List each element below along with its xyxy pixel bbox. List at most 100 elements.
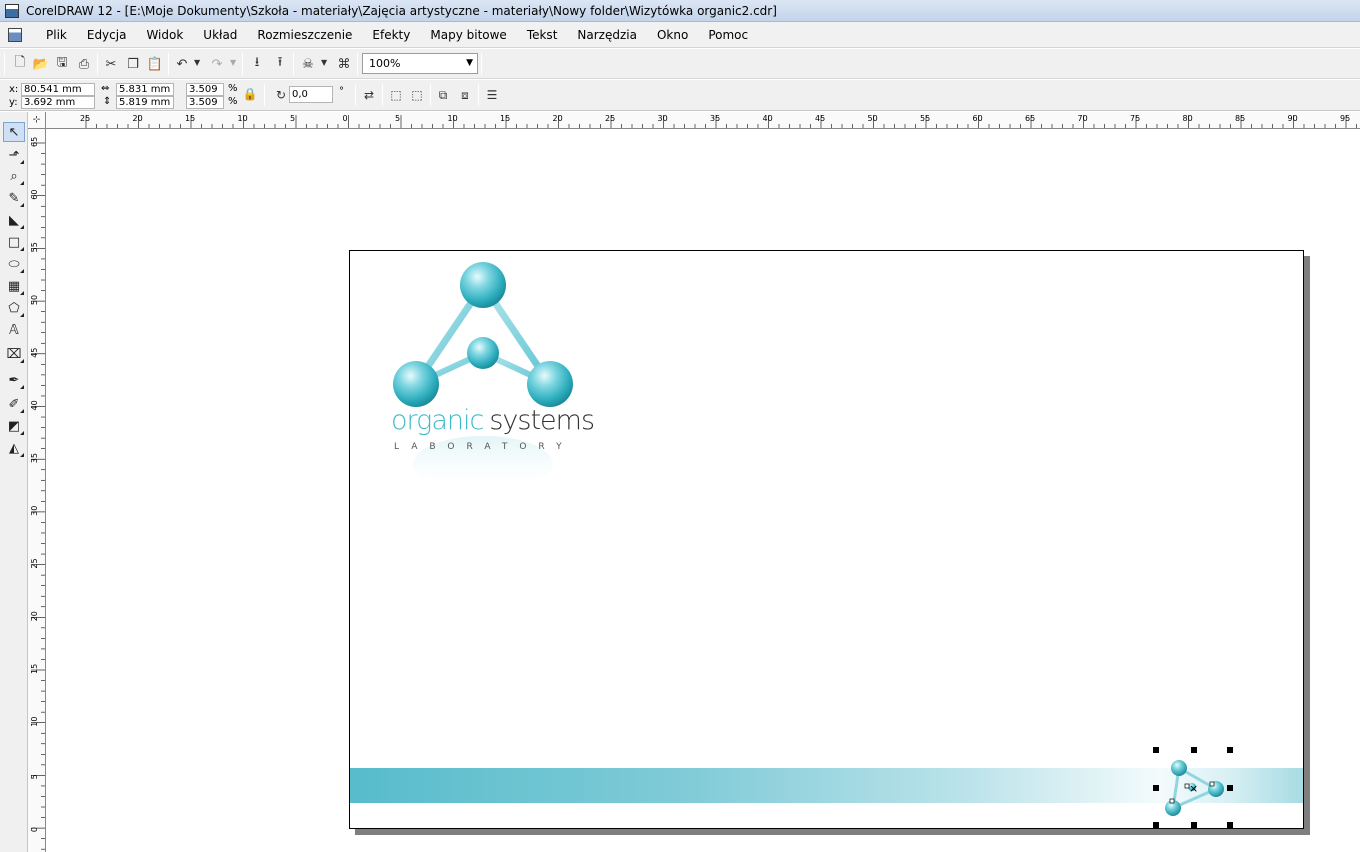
group-icon[interactable]: ⬚ [387, 86, 405, 104]
ruler-tick-label: 55 [920, 114, 930, 123]
new-document-icon[interactable]: 🗋 [10, 54, 30, 74]
logo-wordmark[interactable]: organic systems [391, 405, 595, 436]
ruler-tick-label: 0 [30, 827, 39, 832]
width-arrows-icon: ⇔ [101, 83, 110, 94]
trim-icon[interactable]: ⧈ [456, 86, 474, 104]
paste-icon[interactable]: 📋 [145, 54, 165, 74]
menu-plik[interactable]: Plik [36, 24, 77, 46]
zoom-level-select[interactable]: 100% ▼ [362, 53, 478, 74]
menu-okno[interactable]: Okno [647, 24, 698, 46]
import-icon[interactable]: ⭳ [247, 54, 267, 74]
fill-tool-icon[interactable]: ◩ [3, 416, 25, 436]
print-icon[interactable]: ⎙ [74, 54, 94, 74]
logo-tagline[interactable]: LABORATORY [394, 442, 574, 452]
pick-tool-icon[interactable]: ↖ [3, 122, 25, 142]
rectangle-tool-icon[interactable]: □ [3, 232, 25, 252]
ruler-tick-label: 10 [448, 114, 458, 123]
ruler-tick-label: 55 [30, 242, 39, 252]
object-width-field[interactable]: 5.831 mm [116, 83, 174, 96]
selection-handle-top-left[interactable] [1153, 747, 1159, 753]
height-arrows-icon: ⇕ [103, 96, 112, 107]
object-height-field[interactable]: 5.819 mm [116, 96, 174, 109]
ruler-tick-label: 50 [30, 295, 39, 305]
polygon-tool-icon[interactable]: ▦ [3, 276, 25, 296]
cut-icon[interactable]: ✂ [101, 54, 121, 74]
ruler-tick-label: 95 [1340, 114, 1350, 123]
ruler-tick-label: 45 [30, 348, 39, 358]
corel-online-icon[interactable]: ⌘ [334, 54, 354, 74]
menu-tekst[interactable]: Tekst [517, 24, 568, 46]
menu-narzedzia[interactable]: Narzędzia [567, 24, 647, 46]
ruler-tick-label: 65 [30, 137, 39, 147]
menu-mapy-bitowe[interactable]: Mapy bitowe [420, 24, 516, 46]
rotation-angle-field[interactable]: 0,0 [289, 86, 333, 103]
basic-shapes-tool-icon[interactable]: ⬠ [3, 298, 25, 318]
vertical-ruler[interactable]: 65 60 55 50 45 40 35 30 25 20 15 10 5 0 [28, 129, 46, 852]
undo-icon[interactable]: ↶ [172, 54, 192, 74]
x-position-field[interactable]: 80.541 mm [21, 83, 95, 96]
interactive-blend-tool-icon[interactable]: ⌧ [3, 344, 25, 364]
molecule-logo[interactable] [390, 259, 580, 494]
ruler-tick-label: 5 [30, 774, 39, 779]
outline-tool-icon[interactable]: ✐ [3, 394, 25, 414]
undo-dropdown-icon[interactable]: ▼ [194, 58, 202, 70]
svg-text:×: × [1189, 782, 1198, 795]
vertical-ruler-scale: 65605550454035302520151050 [30, 137, 45, 850]
selection-handle-top-center[interactable] [1191, 747, 1197, 753]
weld-icon[interactable]: ⧉ [434, 86, 452, 104]
ruler-tick-label: 25 [80, 114, 90, 123]
ruler-tick-label: 30 [658, 114, 668, 123]
text-tool-icon[interactable]: 𝔸 [3, 320, 25, 340]
scale-y-field[interactable]: 3.509 [186, 96, 224, 109]
zoom-tool-icon[interactable]: ⌕ [3, 166, 25, 186]
selection-handle-middle-right[interactable] [1227, 785, 1233, 791]
scale-x-percent: % [228, 83, 238, 94]
document-icon[interactable] [8, 27, 22, 42]
menu-rozmieszczenie[interactable]: Rozmieszczenie [247, 24, 362, 46]
redo-icon[interactable]: ↷ [207, 54, 227, 74]
horizontal-ruler[interactable]: 25 20 15 10 5 0 5 10 15 20 25 30 35 40 45 50 55 60 65 70 75 8… [46, 112, 1360, 129]
mirror-icon[interactable]: ⇄ [360, 86, 378, 104]
toolbar-separator [4, 53, 5, 75]
ruler-tick-label: 35 [30, 453, 39, 463]
wrap-text-icon[interactable]: ☰ [483, 86, 501, 104]
copy-icon[interactable]: ❐ [123, 54, 143, 74]
menu-edycja[interactable]: Edycja [77, 24, 137, 46]
logo-word-systems: systems [489, 405, 595, 436]
application-launcher-icon[interactable]: ☠ [298, 54, 318, 74]
save-icon[interactable]: 🖫 [52, 54, 72, 74]
interactive-fill-tool-icon[interactable]: ◭ [3, 438, 25, 458]
selection-handle-bottom-left[interactable] [1153, 822, 1159, 828]
ruler-origin-icon[interactable]: ⊹ [28, 112, 46, 129]
selection-handle-top-right[interactable] [1227, 747, 1233, 753]
ungroup-icon[interactable]: ⬚ [408, 86, 426, 104]
ruler-tick-label: 20 [133, 114, 143, 123]
selection-handle-middle-left[interactable] [1153, 785, 1159, 791]
selection-handle-bottom-center[interactable] [1191, 822, 1197, 828]
smart-fill-tool-icon[interactable]: ◣ [3, 210, 25, 230]
app-icon[interactable] [5, 3, 19, 18]
y-position-field[interactable]: 3.692 mm [21, 96, 95, 109]
redo-dropdown-icon[interactable]: ▼ [230, 58, 238, 70]
small-molecule-logo[interactable]: × [1158, 755, 1226, 823]
selection-handle-bottom-right[interactable] [1227, 822, 1233, 828]
freehand-tool-icon[interactable]: ✎ [3, 188, 25, 208]
drawing-canvas[interactable]: organic systems LABORATORY × [46, 130, 1360, 852]
shape-tool-icon[interactable]: ⬏ [3, 145, 25, 165]
export-icon[interactable]: ⭱ [270, 54, 290, 74]
open-icon[interactable]: 📂 [31, 54, 51, 74]
ellipse-tool-icon[interactable]: ⬭ [3, 254, 25, 274]
launcher-dropdown-icon[interactable]: ▼ [321, 58, 329, 70]
scale-x-field[interactable]: 3.509 [186, 83, 224, 96]
lock-ratio-icon[interactable]: 🔒 [241, 85, 259, 103]
ruler-tick-label: 90 [1288, 114, 1298, 123]
menu-uklad[interactable]: Układ [193, 24, 247, 46]
eyedropper-tool-icon[interactable]: ✒ [3, 370, 25, 390]
toolbar-separator [168, 53, 169, 75]
ruler-tick-label: 10 [30, 717, 39, 727]
menu-pomoc[interactable]: Pomoc [698, 24, 758, 46]
toolbox: ↖ ⬏ ⌕ ✎ ◣ □ ⬭ ▦ ⬠ 𝔸 ⌧ ✒ ✐ ◩ ◭ [0, 112, 28, 852]
menu-widok[interactable]: Widok [136, 24, 193, 46]
menu-efekty[interactable]: Efekty [362, 24, 420, 46]
document-page[interactable]: organic systems LABORATORY × [349, 250, 1304, 829]
